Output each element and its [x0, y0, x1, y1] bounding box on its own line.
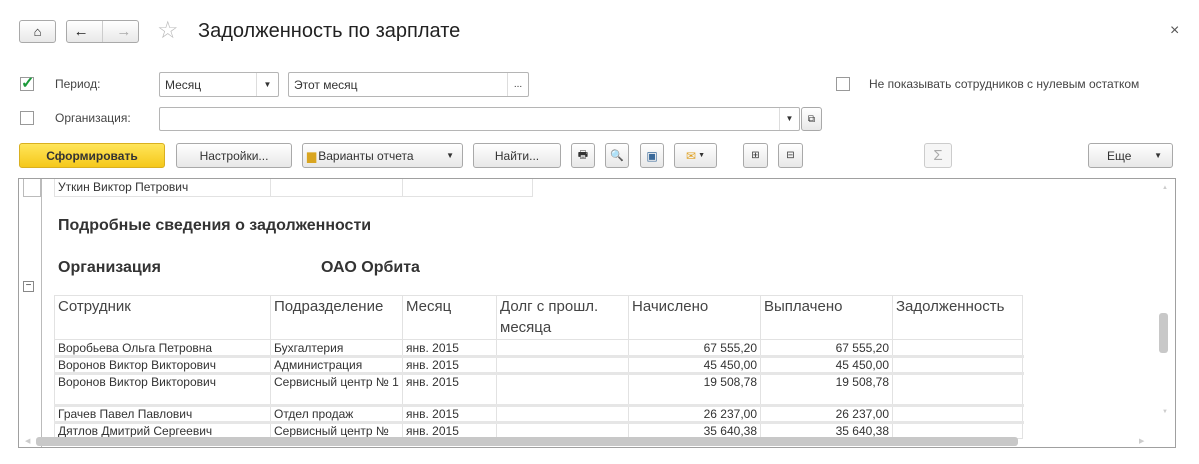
debt-table: Сотрудник Подразделение Месяц Долг с прошл.…: [19, 179, 1175, 447]
cell-prev-debt: [497, 374, 629, 405]
generate-button[interactable]: Сформировать: [19, 143, 165, 168]
expand-groups-button[interactable]: ⊞: [743, 143, 768, 168]
cell-prev-debt: [497, 357, 629, 373]
close-icon[interactable]: ×: [1170, 22, 1179, 40]
horizontal-scrollbar-thumb[interactable]: [36, 437, 1018, 446]
open-icon: ⧉: [807, 113, 816, 125]
scroll-left-icon[interactable]: ◀: [25, 437, 30, 445]
cell-department: Сервисный центр № 1: [271, 374, 403, 405]
cell-debt: [893, 357, 1023, 373]
dropdown-arrow-icon[interactable]: ▼: [779, 108, 799, 130]
column-header-accrued: Начислено: [629, 295, 761, 340]
vertical-scrollbar-thumb[interactable]: [1159, 313, 1168, 353]
divider: [101, 21, 103, 42]
more-button[interactable]: Еще ▼: [1088, 143, 1173, 168]
cell-debt: [893, 374, 1023, 405]
envelope-icon: ✉: [686, 148, 697, 163]
column-header-prev-debt: Долг с прошл. месяца: [497, 295, 629, 340]
home-button[interactable]: ⌂: [19, 20, 56, 43]
sum-button[interactable]: Σ: [924, 143, 952, 168]
cell-accrued: 19 508,78: [629, 374, 761, 405]
column-header-debt: Задолженность: [893, 295, 1023, 340]
find-button[interactable]: Найти...: [473, 143, 561, 168]
cell-employee: Воронов Виктор Викторович: [54, 357, 271, 373]
cell-month: янв. 2015: [403, 406, 497, 422]
column-header-department: Подразделение: [271, 295, 403, 340]
cell-debt: [893, 406, 1023, 422]
nav-buttons: ← →: [66, 20, 139, 43]
organization-field[interactable]: ▼: [159, 107, 800, 131]
hide-zero-checkbox[interactable]: [836, 77, 850, 91]
column-header-paid: Выплачено: [761, 295, 893, 340]
cell-month: янв. 2015: [403, 340, 497, 356]
folder-icon: ▆: [307, 148, 317, 163]
print-button[interactable]: 🖶: [571, 143, 595, 168]
cell-month: янв. 2015: [403, 357, 497, 373]
preview-icon: 🔍: [610, 150, 624, 162]
scroll-up-icon[interactable]: ▲: [1162, 185, 1168, 191]
more-label: Еще: [1107, 148, 1132, 163]
forward-arrow-icon[interactable]: →: [116, 23, 131, 40]
dropdown-arrow-icon[interactable]: ▼: [256, 73, 278, 96]
period-checkbox[interactable]: ✓: [20, 75, 34, 92]
cell-accrued: 26 237,00: [629, 406, 761, 422]
back-arrow-icon[interactable]: ←: [74, 23, 89, 40]
scroll-right-icon[interactable]: ▶: [1139, 437, 1144, 445]
row-separator: [54, 404, 1024, 407]
scroll-down-icon[interactable]: ▼: [1162, 409, 1168, 415]
checkmark-icon: ✓: [21, 75, 35, 92]
report-variants-button[interactable]: ▆ Варианты отчета ▼: [302, 143, 463, 168]
send-email-button[interactable]: ✉ ▼: [674, 143, 717, 168]
select-period-button[interactable]: ...: [507, 73, 528, 96]
period-type-value: Месяц: [165, 77, 202, 92]
cell-prev-debt: [497, 340, 629, 356]
cell-debt: [893, 340, 1023, 356]
hide-zero-label: Не показывать сотрудников с нулевым оста…: [869, 77, 1140, 91]
row-separator: [54, 421, 1024, 424]
period-label: Период:: [55, 77, 101, 91]
cell-accrued: 45 450,00: [629, 357, 761, 373]
cell-prev-debt: [497, 406, 629, 422]
cell-employee: Грачев Павел Павлович: [54, 406, 271, 422]
cell-month: янв. 2015: [403, 374, 497, 405]
cell-department: Администрация: [271, 357, 403, 373]
row-separator: [54, 355, 1024, 358]
save-button[interactable]: ▣: [640, 143, 664, 168]
report-variants-label: Варианты отчета: [318, 148, 414, 163]
cell-department: Бухгалтерия: [271, 340, 403, 356]
period-type-select[interactable]: Месяц ▼: [159, 72, 279, 97]
cell-paid: 19 508,78: [761, 374, 893, 405]
row-separator: [54, 372, 1024, 375]
collapse-groups-button[interactable]: ⊟: [778, 143, 803, 168]
column-header-employee: Сотрудник: [54, 295, 271, 340]
column-header-month: Месяц: [403, 295, 497, 340]
cell-department: Отдел продаж: [271, 406, 403, 422]
collapse-groups-icon: ⊟: [786, 150, 795, 161]
organization-checkbox[interactable]: [20, 111, 34, 125]
report-spreadsheet[interactable]: − Уткин Виктор Петрович Подробные сведен…: [18, 178, 1176, 448]
expand-groups-icon: ⊞: [751, 150, 760, 161]
save-icon: ▣: [646, 148, 658, 163]
page-title: Задолженность по зарплате: [198, 20, 461, 42]
organization-label: Организация:: [55, 111, 131, 125]
dropdown-arrow-icon: ▼: [698, 152, 705, 159]
preview-button[interactable]: 🔍: [605, 143, 629, 168]
cell-employee: Воронов Виктор Викторович: [54, 374, 271, 405]
printer-icon: 🖶: [577, 149, 589, 161]
cell-paid: 45 450,00: [761, 357, 893, 373]
home-icon: ⌂: [33, 24, 42, 39]
period-value: Этот месяц: [294, 77, 358, 92]
open-organization-button[interactable]: ⧉: [801, 107, 822, 131]
cell-paid: 67 555,20: [761, 340, 893, 356]
cell-employee: Воробьева Ольга Петровна: [54, 340, 271, 356]
cell-accrued: 67 555,20: [629, 340, 761, 356]
settings-button[interactable]: Настройки...: [176, 143, 292, 168]
period-value-field[interactable]: Этот месяц...: [288, 72, 529, 97]
cell-paid: 26 237,00: [761, 406, 893, 422]
dropdown-arrow-icon: ▼: [446, 151, 454, 160]
favorite-star-icon[interactable]: ☆: [157, 16, 179, 45]
dropdown-arrow-icon: ▼: [1154, 151, 1162, 160]
